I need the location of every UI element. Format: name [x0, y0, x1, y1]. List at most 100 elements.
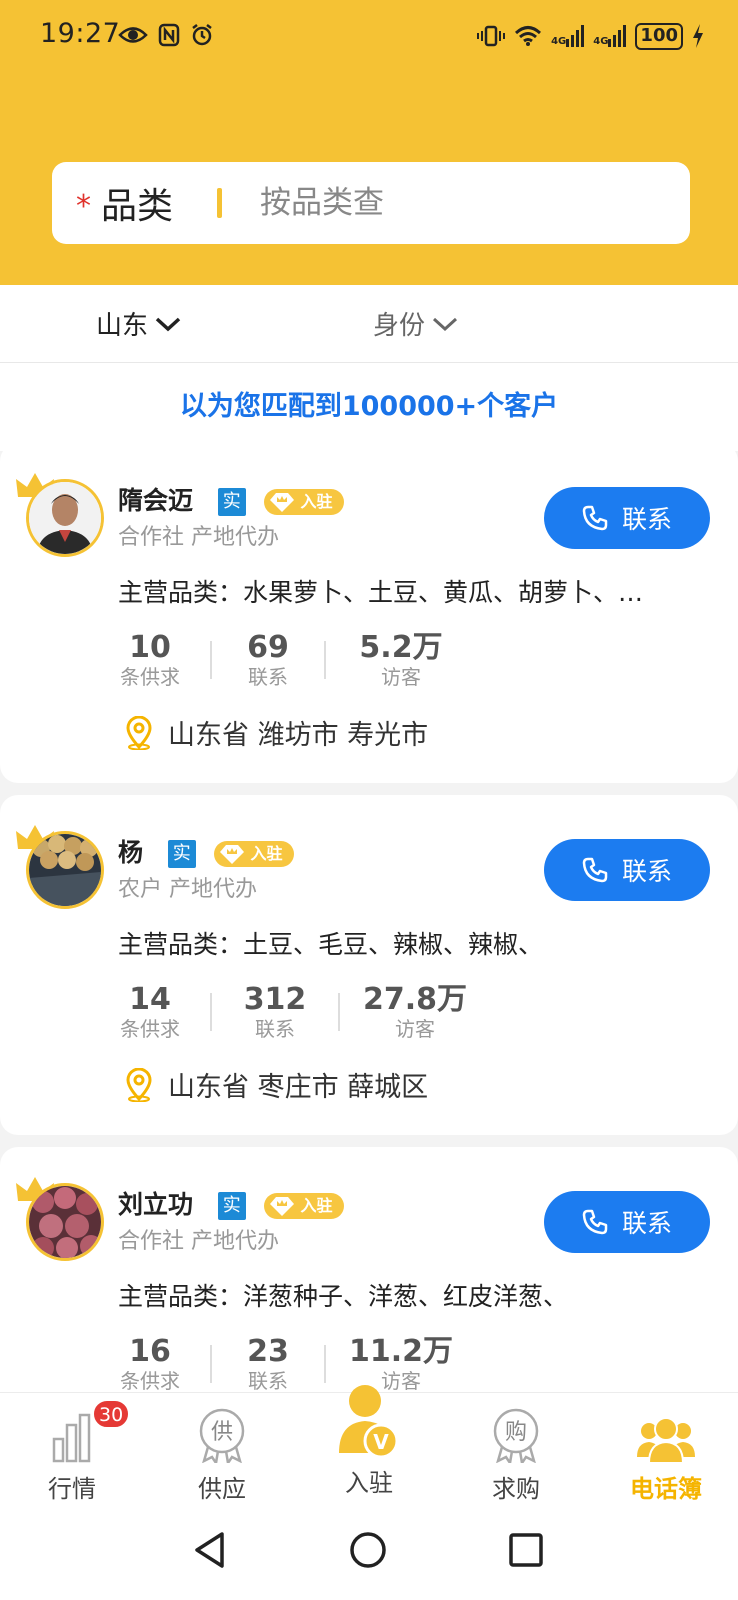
diamond-crown-icon: [220, 845, 245, 864]
stat-value: 5.2万: [359, 630, 443, 665]
customer-subtitle: 合作社 产地代办: [118, 1229, 279, 1254]
chevron-down-icon: [433, 317, 458, 331]
diamond-crown-icon: [270, 1197, 295, 1216]
stat-value: 14: [129, 982, 171, 1017]
svg-text:购: 购: [505, 1420, 527, 1445]
customer-name: 隋会迈 实 入驻: [118, 481, 345, 517]
contact-button-label: 联系: [621, 505, 672, 534]
tab-label: 求购: [492, 1475, 540, 1503]
phone-icon: [582, 505, 608, 531]
stat-label: 条供求: [120, 665, 180, 689]
category-label: 品类: [101, 186, 174, 227]
customer-card[interactable]: 杨 实 入驻 农户 产地代办 联系 主营品类：土豆、毛豆、辣椒、辣椒、 14 条…: [0, 795, 738, 1135]
customer-subtitle: 合作社 产地代办: [118, 525, 279, 550]
location-text: 山东省 枣庄市 薛城区: [168, 1072, 429, 1103]
stats-row: 16 条供求 23 联系 11.2万 访客: [90, 1329, 476, 1399]
tab-settle[interactable]: V 入驻: [309, 1385, 429, 1511]
stat-label: 联系: [255, 1017, 295, 1041]
contact-button-label: 联系: [621, 1209, 672, 1238]
tab-buy[interactable]: 购 求购: [456, 1393, 576, 1511]
supply-medal-icon: 供: [199, 1408, 245, 1463]
settled-badge: 入驻: [264, 489, 345, 515]
avatar-wrap: [16, 471, 106, 561]
notification-badge: 30: [92, 1399, 131, 1429]
settled-badge-text: 入驻: [300, 492, 333, 511]
tab-supply[interactable]: 供 供应: [162, 1393, 282, 1511]
battery-icon: 100: [635, 22, 683, 50]
stat-supply: 10 条供求: [90, 631, 210, 690]
customer-subtitle: 农户 产地代办: [118, 877, 257, 902]
contact-button[interactable]: 联系: [544, 487, 710, 549]
location-pin-icon: [126, 1067, 152, 1102]
category-search-input[interactable]: [260, 185, 621, 221]
settled-badge: 入驻: [264, 1193, 345, 1219]
header: 19:27 4G 4G 100 * 品类: [0, 0, 738, 285]
category-search-bar[interactable]: * 品类: [52, 162, 690, 244]
main-categories: 主营品类：土豆、毛豆、辣椒、辣椒、: [118, 930, 544, 959]
stat-visitors: 5.2万 访客: [326, 630, 476, 690]
stat-supply: 16 条供求: [90, 1335, 210, 1394]
eye-icon: [118, 27, 148, 43]
stats-row: 10 条供求 69 联系 5.2万 访客: [90, 625, 476, 695]
stat-contacts: 312 联系: [212, 983, 338, 1042]
signal-4g-icon-1: 4G: [551, 25, 585, 47]
required-mark: *: [76, 188, 91, 224]
stat-contacts: 69 联系: [212, 631, 324, 690]
search-divider: [217, 188, 223, 218]
identity-filter[interactable]: 身份: [373, 305, 459, 342]
status-right-icons: 4G 4G 100: [477, 20, 704, 52]
contacts-group-icon: [637, 1417, 695, 1463]
customer-card[interactable]: 隋会迈 实 入驻 合作社 产地代办 联系 主营品类：水果萝卜、土豆、黄瓜、胡萝卜…: [0, 443, 738, 783]
stat-label: 联系: [248, 1369, 288, 1393]
main-categories: 主营品类：洋葱种子、洋葱、红皮洋葱、: [118, 1282, 569, 1311]
customer-name-text: 隋会迈: [118, 486, 194, 515]
location: 山东省 枣庄市 薛城区: [124, 1065, 428, 1104]
status-time: 19:27: [40, 18, 121, 49]
buy-medal-icon: 购: [493, 1408, 539, 1463]
stat-contacts: 23 联系: [212, 1334, 324, 1394]
stat-value: 11.2万: [348, 1334, 454, 1369]
charging-icon: [693, 24, 703, 48]
chevron-down-icon: [155, 317, 181, 331]
tab-label: 行情: [48, 1475, 96, 1503]
customer-name-text: 杨: [118, 838, 144, 867]
main-categories: 主营品类：水果萝卜、土豆、黄瓜、胡萝卜、…: [118, 578, 644, 607]
customer-name: 刘立功 实 入驻: [118, 1185, 345, 1221]
avatar-wrap: [16, 823, 106, 913]
customer-name-text: 刘立功: [118, 1190, 194, 1219]
stats-row: 14 条供求 312 联系 27.8万 访客: [90, 977, 490, 1047]
stat-label: 访客: [381, 665, 421, 689]
back-icon[interactable]: [192, 1530, 228, 1570]
region-filter[interactable]: 山东: [96, 305, 182, 342]
tab-label: 供应: [198, 1475, 246, 1503]
tab-label: 入驻: [345, 1469, 393, 1497]
nfc-icon: [158, 23, 180, 47]
alarm-icon: [192, 24, 212, 46]
region-filter-label: 山东: [96, 311, 149, 341]
identity-filter-label: 身份: [373, 311, 426, 341]
svg-text:V: V: [373, 1430, 389, 1454]
location: 山东省 潍坊市 寿光市: [124, 713, 428, 752]
stat-value: 27.8万: [362, 982, 468, 1017]
signal-4g-icon-2: 4G: [593, 25, 627, 47]
avatar-wrap: [16, 1175, 106, 1265]
diamond-crown-icon: [270, 493, 295, 512]
phone-icon: [582, 857, 608, 883]
avatar[interactable]: [26, 479, 104, 557]
stat-value: 23: [247, 1334, 289, 1369]
status-left-icons: [118, 20, 214, 50]
vibrate-icon: [477, 25, 506, 47]
location-text: 山东省 潍坊市 寿光市: [168, 720, 429, 751]
home-icon[interactable]: [348, 1530, 388, 1570]
contact-button[interactable]: 联系: [544, 839, 710, 901]
tab-phonebook[interactable]: 电话簿: [606, 1393, 726, 1511]
avatar[interactable]: [26, 831, 104, 909]
bottom-tab-bar: 行情 30 供 供应 V 入驻 购 求购 电话簿: [0, 1385, 738, 1511]
tab-market[interactable]: 行情 30: [12, 1393, 132, 1511]
recents-icon[interactable]: [508, 1532, 544, 1568]
settled-badge-text: 入驻: [300, 1196, 333, 1215]
status-bar: 19:27 4G 4G 100: [0, 0, 738, 72]
contact-button[interactable]: 联系: [544, 1191, 710, 1253]
verified-badge: 实: [217, 488, 246, 516]
avatar[interactable]: [26, 1183, 104, 1261]
